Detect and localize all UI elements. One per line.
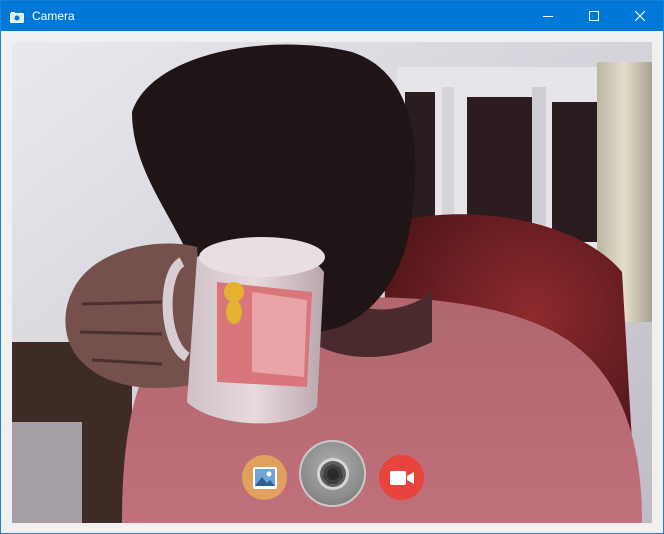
camera-preview	[12, 42, 652, 523]
close-icon	[635, 11, 645, 21]
maximize-icon	[589, 11, 599, 21]
camera-shutter-icon	[316, 457, 349, 490]
window-title: Camera	[32, 9, 75, 23]
title-bar[interactable]: Camera	[1, 1, 663, 31]
photo-gallery-button[interactable]	[242, 455, 287, 500]
camera-app-icon	[10, 10, 24, 23]
video-camera-icon	[389, 470, 414, 485]
minimize-button[interactable]	[525, 1, 571, 31]
take-photo-button[interactable]	[299, 440, 366, 507]
minimize-icon	[543, 16, 553, 17]
camera-window: Camera	[0, 0, 664, 534]
record-video-button[interactable]	[379, 455, 424, 500]
maximize-button[interactable]	[571, 1, 617, 31]
close-button[interactable]	[617, 1, 663, 31]
photo-gallery-icon	[252, 466, 277, 489]
